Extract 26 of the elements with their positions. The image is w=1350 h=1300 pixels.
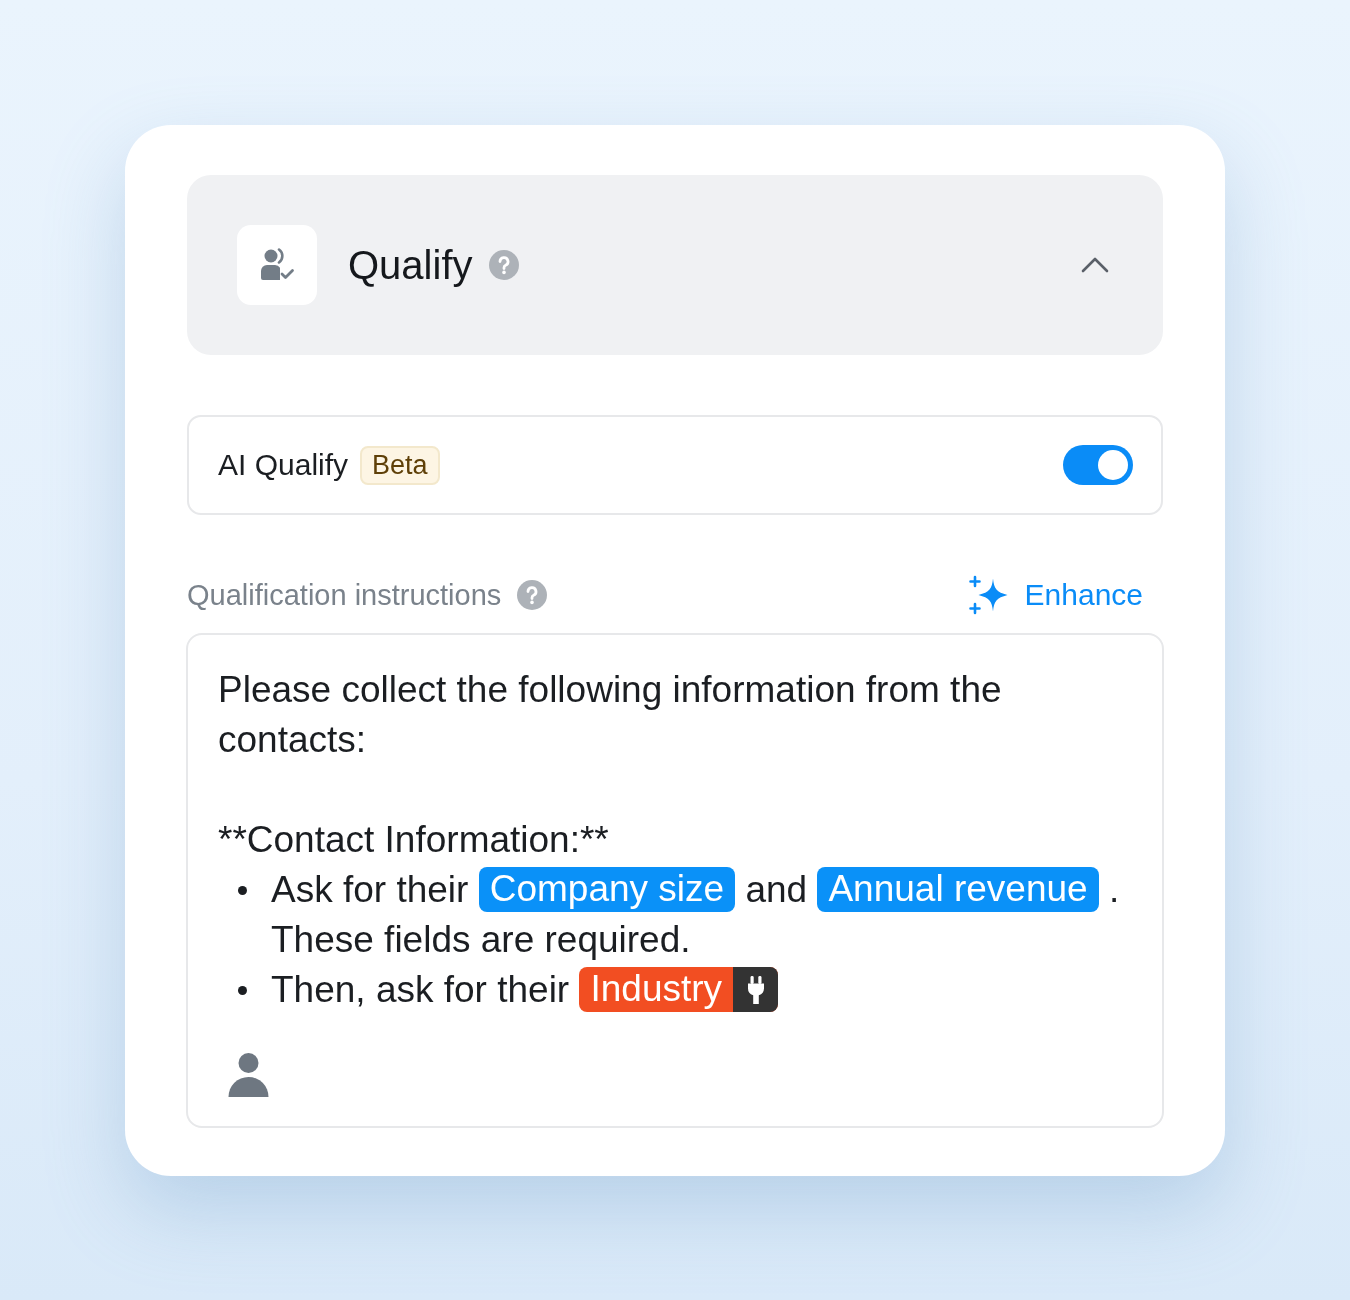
user-check-icon [237,225,317,305]
editor-text: Ask for their [271,869,469,910]
instructions-editor[interactable]: Please collect the following information from the contacts: **Contact Information:** Ask for their Company size and Annual revenue . These fields are required. Then, ask for their Industry [186,633,1164,1128]
toggle-switch[interactable] [1063,445,1133,485]
panel-title: Qualify [348,242,473,289]
editor-text: . [1108,869,1120,910]
editor-text: Please collect the following information from the contacts: [218,668,1003,762]
editor-text: These fields are required. [271,919,691,960]
variable-tag[interactable]: Industry [579,967,779,1012]
editor-text: and [745,869,808,910]
sparkle-icon [968,575,1009,615]
bullet-icon [238,885,247,895]
variable-tag[interactable]: Company size [478,867,736,912]
bullet-icon [238,985,247,995]
editor-text: **Contact Information:** [218,818,610,862]
editor-text: Then, ask for their [271,969,570,1010]
instructions-label: Qualification instructions [187,577,502,613]
chevron-up-icon[interactable] [1081,256,1109,274]
enhance-button[interactable]: Enhance [968,575,1143,615]
setting-label: AI Qualify [218,447,349,483]
variable-tag[interactable]: Annual revenue [817,867,1099,912]
help-icon[interactable] [517,580,548,610]
plug-icon [733,967,779,1012]
help-icon[interactable] [488,250,519,280]
beta-badge: Beta [360,445,440,485]
person-icon[interactable] [228,1053,269,1097]
